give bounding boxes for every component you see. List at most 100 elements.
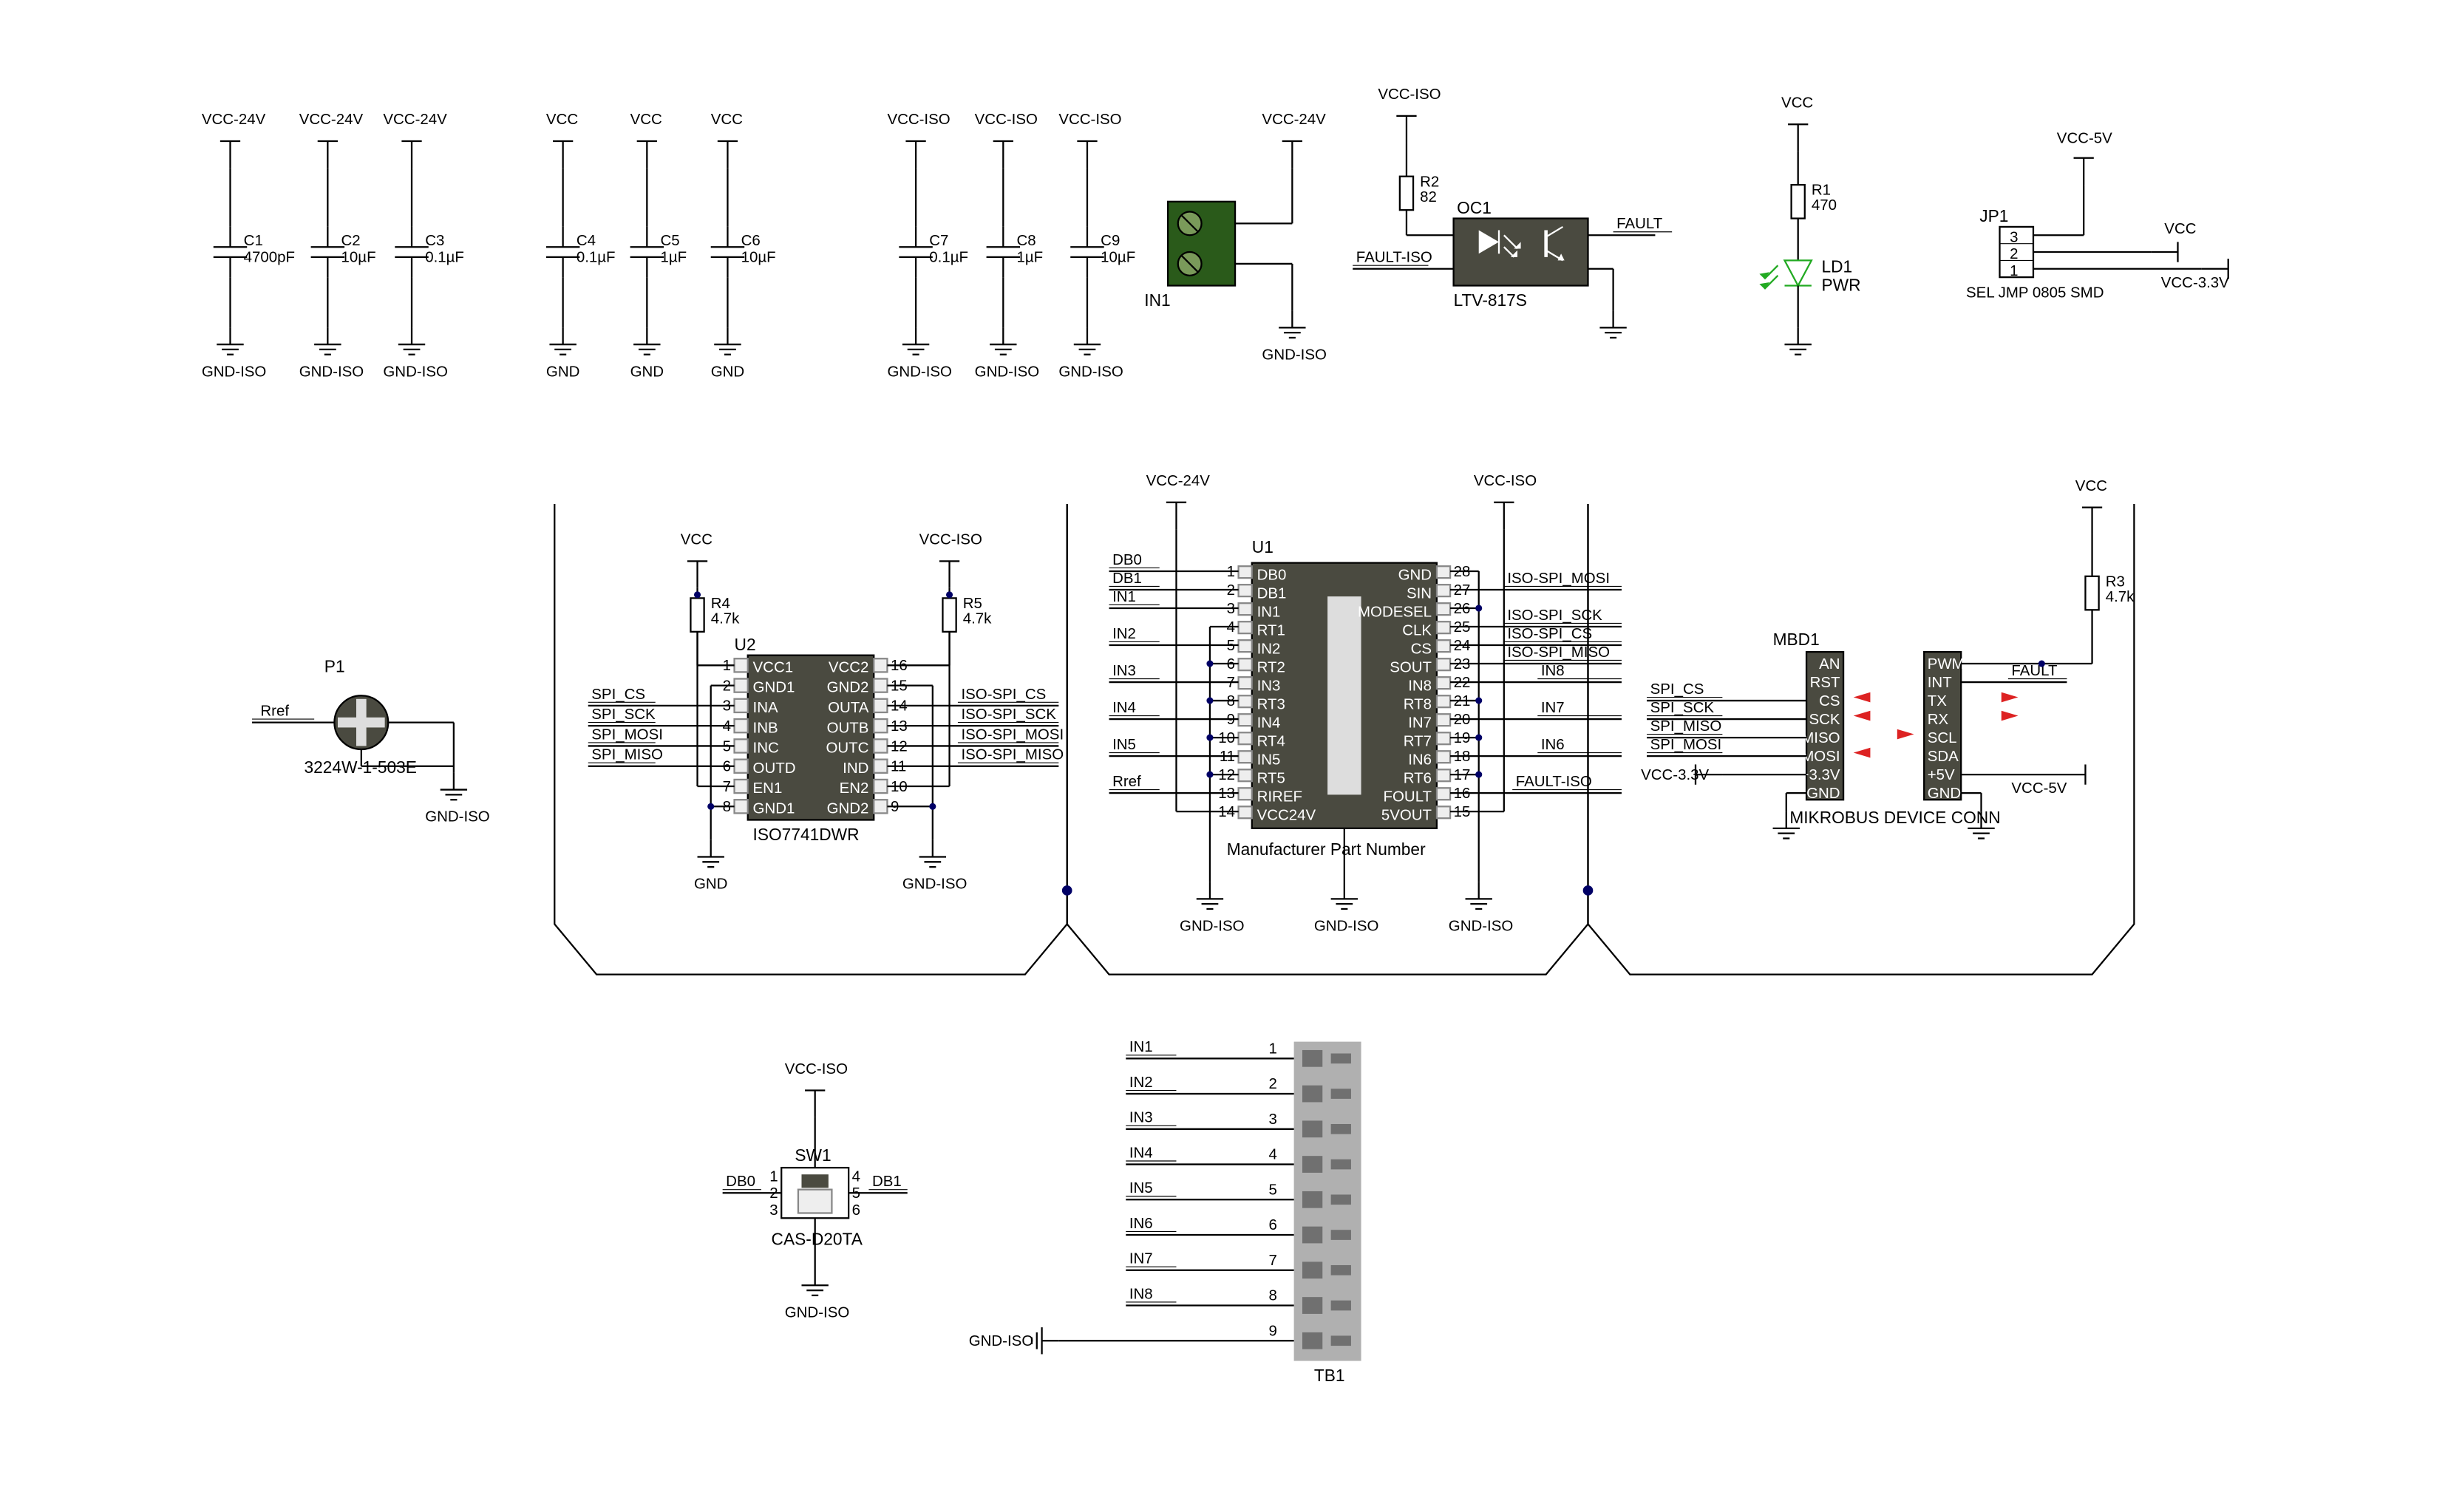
svg-text:C5: C5 [661, 232, 680, 249]
svg-text:ISO-SPI_MISO: ISO-SPI_MISO [961, 746, 1064, 763]
svg-text:VCC-ISO: VCC-ISO [1474, 472, 1537, 489]
svg-text:GND-ISO: GND-ISO [1180, 918, 1245, 935]
svg-text:AN: AN [1819, 655, 1840, 672]
cap-c2: VCC-24V C2 10µF GND-ISO [299, 111, 376, 380]
svg-text:INC: INC [753, 740, 779, 757]
svg-text:9: 9 [1268, 1322, 1276, 1339]
svg-text:VCC-24V: VCC-24V [299, 111, 364, 128]
svg-text:FOULT: FOULT [1384, 788, 1432, 805]
svg-text:IN3: IN3 [1112, 662, 1136, 679]
svg-text:RT4: RT4 [1257, 732, 1285, 749]
connector-in1: IN1 VCC-24V GND-ISO [1144, 111, 1327, 363]
svg-text:C9: C9 [1101, 232, 1120, 249]
svg-text:2: 2 [2010, 245, 2018, 262]
svg-text:IN5: IN5 [1257, 751, 1281, 768]
svg-text:GND-ISO: GND-ISO [1058, 363, 1123, 380]
svg-text:SEL JMP 0805 SMD: SEL JMP 0805 SMD [1966, 284, 2104, 301]
svg-text:VCC-24V: VCC-24V [202, 111, 266, 128]
svg-text:GND-ISO: GND-ISO [785, 1304, 850, 1321]
svg-text:INA: INA [753, 699, 778, 716]
svg-text:+5V: +5V [1928, 766, 1955, 783]
svg-text:ISO-SPI_CS: ISO-SPI_CS [1507, 625, 1592, 642]
schematic-canvas: VCC-24V C1 4700pF GND-ISO VCC-24V C2 10µ… [0, 0, 2445, 1512]
svg-text:U1: U1 [1252, 537, 1273, 556]
terminal-block-tb1: TB1 1IN1 2IN2 3IN3 4IN4 5IN5 6IN6 7IN7 8… [969, 1038, 1361, 1385]
svg-text:1: 1 [769, 1168, 778, 1185]
svg-text:C8: C8 [1016, 232, 1036, 249]
svg-text:SPI_SCK: SPI_SCK [591, 706, 656, 723]
cap-c5: VCC C5 1µF GND [630, 111, 687, 380]
svg-text:GND-ISO: GND-ISO [1449, 918, 1514, 935]
svg-text:FAULT-ISO: FAULT-ISO [1516, 773, 1592, 790]
svg-text:GND-ISO: GND-ISO [1262, 347, 1327, 364]
svg-text:ISO7741DWR: ISO7741DWR [753, 825, 860, 844]
svg-text:Rref: Rref [1112, 773, 1141, 790]
svg-text:SPI_MISO: SPI_MISO [591, 746, 663, 763]
svg-text:4.7k: 4.7k [711, 610, 740, 627]
svg-text:GND-ISO: GND-ISO [299, 363, 364, 380]
svg-text:VCC1: VCC1 [753, 658, 794, 675]
svg-text:IND: IND [843, 760, 868, 777]
svg-text:ISO-SPI_MOSI: ISO-SPI_MOSI [1507, 570, 1610, 587]
cap-c3: VCC-24V C3 0.1µF GND-ISO [383, 111, 464, 380]
svg-text:ISO-SPI_MOSI: ISO-SPI_MOSI [961, 726, 1064, 743]
svg-text:GND: GND [1806, 785, 1840, 802]
svg-text:RT7: RT7 [1404, 732, 1432, 749]
svg-text:1: 1 [1268, 1040, 1276, 1057]
svg-text:C4: C4 [577, 232, 596, 249]
svg-text:SIN: SIN [1407, 585, 1432, 602]
svg-text:Rref: Rref [260, 703, 289, 720]
svg-text:GND1: GND1 [753, 800, 795, 817]
svg-text:IN4: IN4 [1129, 1144, 1153, 1161]
svg-text:SOUT: SOUT [1390, 658, 1432, 675]
chip-u2: U2 ISO7741DWR VCC1 GND1 INA INB INC OUTD… [588, 531, 1064, 893]
svg-text:RT2: RT2 [1257, 658, 1285, 675]
cap-c4: VCC C4 0.1µF GND [546, 111, 616, 380]
svg-text:GND-ISO: GND-ISO [975, 363, 1040, 380]
svg-text:VCC-5V: VCC-5V [2057, 129, 2112, 146]
cap-c1: VCC-24V C1 4700pF GND-ISO [202, 111, 295, 380]
svg-text:LTV-817S: LTV-817S [1454, 290, 1527, 310]
svg-text:VCC: VCC [711, 111, 743, 128]
jumper-jp1: 3 2 1 JP1 SEL JMP 0805 SMD VCC-5V VCC VC… [1966, 129, 2229, 301]
svg-text:IN6: IN6 [1129, 1215, 1153, 1232]
svg-text:4: 4 [852, 1168, 860, 1185]
svg-text:CLK: CLK [1402, 622, 1432, 638]
svg-text:GND-ISO: GND-ISO [887, 363, 952, 380]
svg-text:MBD1: MBD1 [1773, 630, 1820, 649]
led-ld1: VCC R1 470 LD1 PWR [1759, 95, 1860, 355]
svg-text:DB1: DB1 [1112, 570, 1142, 587]
cap-c9: VCC-ISO C9 10µF GND-ISO [1058, 111, 1135, 380]
svg-text:INB: INB [753, 719, 778, 736]
chip-u1: U1 Manufacturer Part Number DB0 DB1 IN1 … [1109, 472, 1622, 934]
svg-text:LD1: LD1 [1822, 256, 1853, 276]
svg-text:VCC-5V: VCC-5V [2011, 780, 2067, 797]
svg-text:1µF: 1µF [661, 249, 687, 266]
svg-text:RX: RX [1928, 711, 1949, 728]
svg-text:GND: GND [1928, 785, 1961, 802]
svg-text:IN5: IN5 [1129, 1179, 1153, 1196]
svg-text:MODESEL: MODESEL [1358, 603, 1432, 620]
svg-text:4.7k: 4.7k [2106, 588, 2135, 605]
svg-text:1: 1 [2010, 262, 2018, 279]
svg-text:GND: GND [1398, 566, 1432, 583]
svg-text:IN2: IN2 [1129, 1074, 1153, 1091]
svg-text:RT1: RT1 [1257, 622, 1285, 638]
cap-c6: VCC C6 10µF GND [711, 111, 776, 380]
svg-text:IN4: IN4 [1112, 699, 1136, 716]
svg-text:IN3: IN3 [1129, 1109, 1153, 1126]
svg-text:VCC-ISO: VCC-ISO [919, 531, 982, 548]
svg-text:VCC24V: VCC24V [1257, 806, 1316, 823]
svg-text:4700pF: 4700pF [244, 249, 295, 266]
svg-text:GND-ISO: GND-ISO [383, 363, 448, 380]
svg-text:VCC-ISO: VCC-ISO [887, 111, 950, 128]
svg-text:C6: C6 [741, 232, 761, 249]
svg-text:6: 6 [1268, 1216, 1276, 1233]
svg-text:CS: CS [1411, 640, 1432, 657]
svg-text:IN2: IN2 [1257, 640, 1281, 657]
svg-text:CAS-D20TA: CAS-D20TA [772, 1230, 863, 1249]
svg-text:10µF: 10µF [341, 249, 376, 266]
svg-text:VCC-24V: VCC-24V [1262, 111, 1326, 128]
svg-text:DB1: DB1 [1257, 585, 1287, 602]
svg-text:GND-ISO: GND-ISO [425, 808, 490, 825]
